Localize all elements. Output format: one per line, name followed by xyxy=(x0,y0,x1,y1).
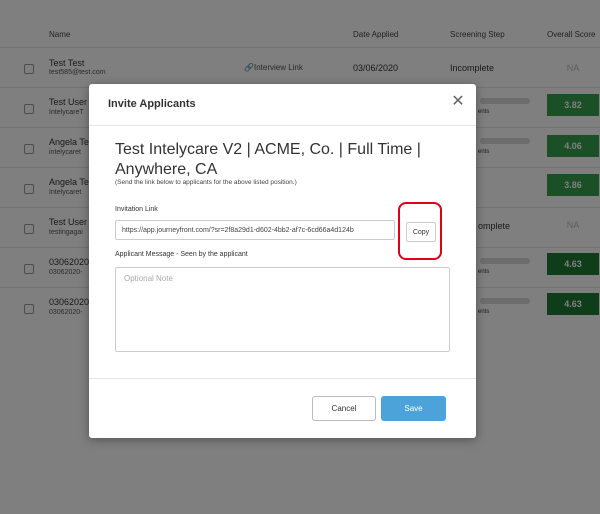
invite-applicants-modal: Invite Applicants ✕ Test Intelycare V2 |… xyxy=(89,84,476,438)
save-button[interactable]: Save xyxy=(381,396,446,421)
cancel-button[interactable]: Cancel xyxy=(312,396,376,421)
modal-title: Invite Applicants xyxy=(108,98,196,110)
modal-footer-divider xyxy=(89,378,476,379)
job-title: Test Intelycare V2 | ACME, Co. | Full Ti… xyxy=(115,141,421,178)
copy-button[interactable]: Copy xyxy=(406,222,436,242)
applicant-message-label: Applicant Message - Seen by the applican… xyxy=(115,251,248,258)
close-icon[interactable]: ✕ xyxy=(450,94,466,110)
invitation-link-field[interactable]: https://app.journeyfront.com/?sr=2f8a29d… xyxy=(115,220,395,240)
applicant-message-textarea[interactable]: Optional Note xyxy=(115,267,450,352)
job-instructions: (Send the link below to applicants for t… xyxy=(115,179,297,186)
invitation-link-label: Invitation Link xyxy=(115,206,158,213)
modal-header: Invite Applicants ✕ xyxy=(89,84,476,126)
